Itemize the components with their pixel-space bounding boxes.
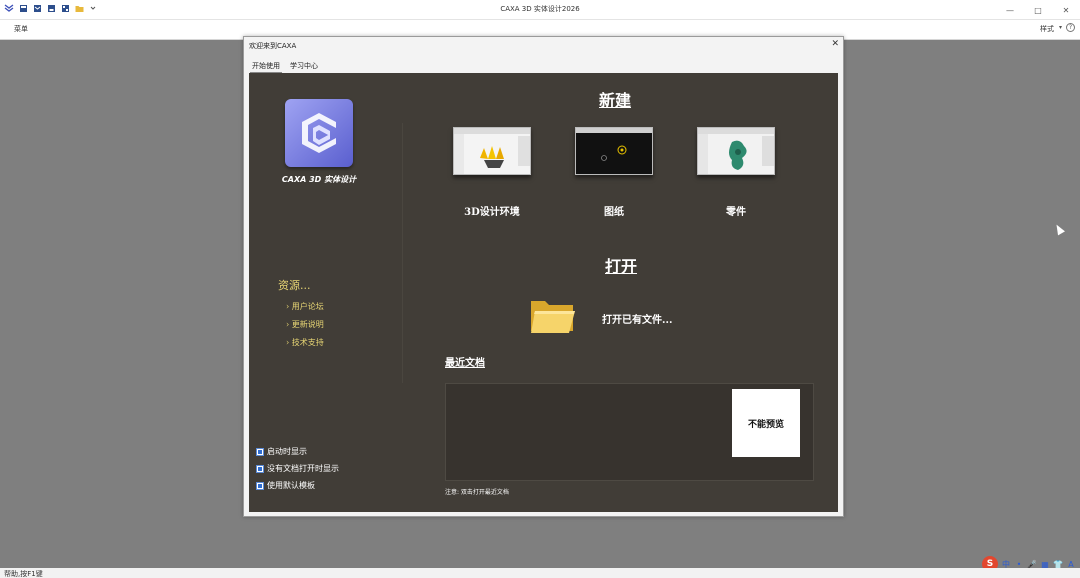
welcome-dialog: 欢迎来到CAXA ✕ 开始使用 学习中心 CAXA 3D 实体设计 资源... … [243,36,844,517]
open-section-title: 打开 [605,257,638,276]
dialog-close-button[interactable]: ✕ [831,39,839,49]
help-icon[interactable]: ? [1066,23,1075,32]
option-show-when-no-doc[interactable]: 没有文档打开时显示 [256,463,339,474]
recent-documents-list[interactable]: 不能预览 [445,383,814,481]
column-divider [402,123,403,383]
product-name: CAXA 3D 实体设计 [281,175,357,184]
new-drawing-label[interactable]: 图纸 [564,203,664,218]
tab-learning-center[interactable]: 学习中心 [288,60,320,73]
thumbnail-part[interactable] [697,127,775,175]
option-label: 使用默认模板 [267,481,315,490]
chevron-down-icon[interactable]: ▾ [1059,24,1062,31]
option-label: 没有文档打开时显示 [267,464,339,473]
minimize-button[interactable]: — [996,0,1024,20]
window-controls: — □ ✕ [996,0,1080,20]
checkbox-use-default-template[interactable] [256,481,264,490]
open-existing-file-link[interactable]: 打开已有文件... [602,311,672,326]
thumbnail-drawing[interactable] [575,127,653,175]
resources-title: 资源... [278,279,311,292]
no-preview-text: 不能预览 [747,419,784,430]
option-label: 启动时显示 [267,447,307,456]
checkbox-show-on-startup[interactable] [256,447,264,456]
recent-document-preview[interactable]: 不能预览 [732,389,800,457]
option-use-default-template[interactable]: 使用默认模板 [256,480,315,491]
close-window-button[interactable]: ✕ [1052,0,1080,20]
app-title: CAXA 3D 实体设计2026 [500,5,580,13]
caxa-logo-icon [285,99,353,167]
recent-documents-note: 注意: 双击打开最近文档 [445,489,509,496]
status-bar: 帮助,按F1键 [0,568,1080,578]
new-3d-environment-label[interactable]: 3D设计环境 [442,203,542,218]
style-dropdown[interactable]: 样式 [1040,24,1054,34]
welcome-panel: CAXA 3D 实体设计 资源... › 用户论坛 › 更新说明 › 技术支持 … [249,73,838,512]
folder-open-icon[interactable] [529,295,577,335]
maximize-button[interactable]: □ [1024,0,1052,20]
link-tech-support[interactable]: › 技术支持 [286,337,324,348]
title-bar: CAXA 3D 实体设计2026 — □ ✕ [0,0,1080,20]
thumbnail-3d-environment[interactable] [453,127,531,175]
tab-getting-started[interactable]: 开始使用 [250,60,282,73]
checkbox-show-when-no-doc[interactable] [256,464,264,473]
recent-documents-title: 最近文档 [445,358,485,369]
dialog-title: 欢迎来到CAXA [249,42,297,50]
dialog-tabs: 开始使用 学习中心 [250,60,320,73]
option-show-on-startup[interactable]: 启动时显示 [256,446,307,457]
link-release-notes[interactable]: › 更新说明 [286,319,324,330]
mouse-cursor-icon [1053,222,1065,236]
new-section-title: 新建 [599,91,632,110]
status-text: 帮助,按F1键 [4,570,43,578]
link-user-forum[interactable]: › 用户论坛 [286,301,324,312]
menu-button[interactable]: 菜单 [14,24,28,34]
new-part-label[interactable]: 零件 [686,203,786,218]
